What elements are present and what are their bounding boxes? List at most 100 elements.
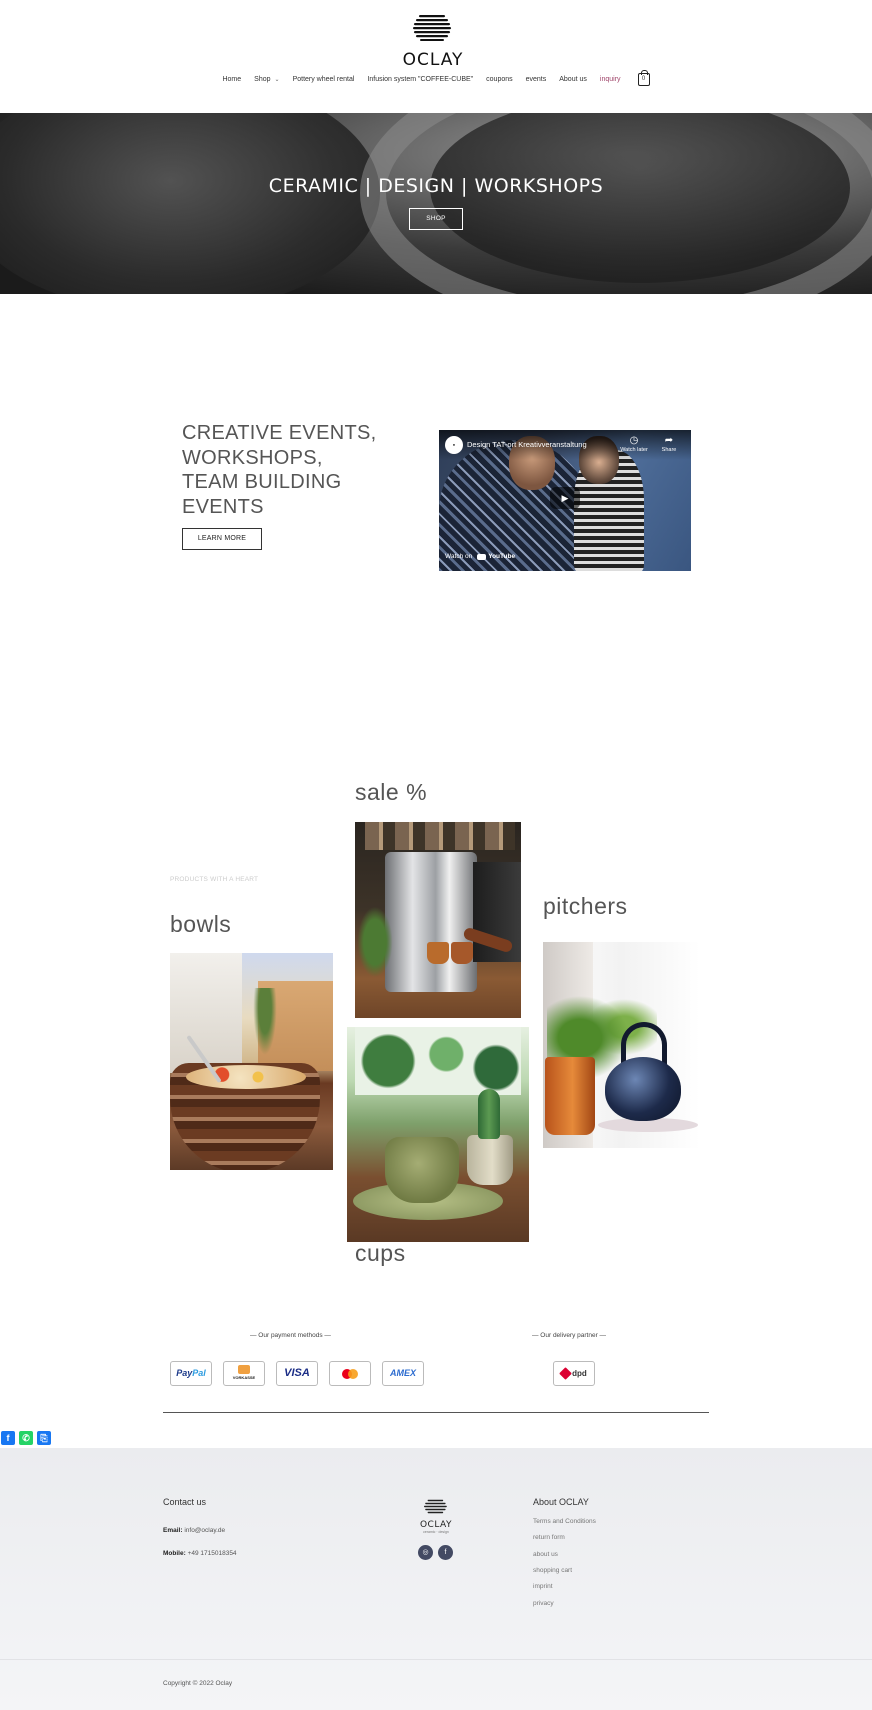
events-heading-line: EVENTS [182, 495, 264, 518]
main-nav: Home Shop ⌄ Pottery wheel rental Infusion… [0, 70, 872, 86]
footer-email: Email: info@oclay.de [163, 1527, 225, 1534]
nav-infusion-system[interactable]: Infusion system "COFFEE-CUBE" [367, 76, 473, 83]
events-heading-line: TEAM BUILDING [182, 471, 342, 493]
watch-later-button[interactable]: ◷ Watch later [616, 435, 652, 453]
clock-icon: ◷ [629, 435, 639, 446]
events-heading-line: CREATIVE EVENTS, [182, 422, 377, 444]
mastercard-circles [330, 1362, 370, 1385]
sale-image-jars [365, 822, 515, 850]
facebook-icon[interactable]: f [438, 1545, 453, 1560]
email-label: Email: [163, 1527, 183, 1534]
pitchers-image-teapot [605, 1057, 681, 1121]
cups-image[interactable] [347, 1027, 529, 1242]
nav-coupons[interactable]: coupons [486, 76, 512, 83]
footer-logo-text: OCLAY [419, 1520, 453, 1530]
bowls-image-food [186, 1065, 306, 1089]
dpd-label: dpd [572, 1369, 587, 1378]
play-icon[interactable]: ▶ [550, 487, 580, 509]
paypal-label-b: Pal [192, 1368, 206, 1378]
site-logo[interactable]: OCLAY [400, 14, 466, 70]
category-title-bowls[interactable]: bowls [170, 911, 231, 938]
cups-image-cactus-pot [467, 1135, 513, 1185]
nav-about-us[interactable]: About us [559, 76, 587, 83]
nav-shop[interactable]: Shop ⌄ [254, 76, 279, 83]
footer-divider [0, 1659, 872, 1660]
youtube-label: YouTube [488, 553, 516, 560]
dpd-icon: dpd [553, 1361, 595, 1386]
amex-icon: AMEX [382, 1361, 424, 1386]
footer-link-privacy[interactable]: privacy [533, 1600, 554, 1607]
category-title-sale[interactable]: sale % [355, 779, 427, 806]
footer-link-shopping-cart[interactable]: shopping cart [533, 1567, 572, 1574]
watch-on-youtube-link[interactable]: Watch on YouTube [445, 553, 515, 560]
divider [163, 1412, 709, 1413]
bowls-image-building [170, 953, 242, 1073]
cups-image-fabric [355, 1027, 521, 1095]
dpd-logo: dpd [554, 1362, 594, 1385]
vorkasse-label: VORKASSE [232, 1375, 256, 1380]
whatsapp-share-icon[interactable]: ✆ [19, 1431, 33, 1445]
mastercard-icon [329, 1361, 371, 1386]
hero-hands-image [0, 113, 380, 294]
logo-mark-icon [413, 15, 451, 41]
share-button[interactable]: ➦ Share [651, 435, 687, 453]
sale-image-cup [427, 942, 449, 964]
email-link[interactable]: info@oclay.de [184, 1527, 225, 1534]
footer-logo[interactable]: OCLAY ceramic · design [416, 1499, 456, 1534]
watch-on-label: Watch on [445, 553, 473, 560]
payment-methods-heading: — Our payment methods — [250, 1332, 331, 1339]
delivery-partner-heading: — Our delivery partner — [532, 1332, 607, 1339]
site-footer [0, 1448, 872, 1710]
share-label: Share [661, 447, 677, 453]
chevron-down-icon: ⌄ [274, 77, 280, 83]
nav-events[interactable]: events [526, 76, 547, 83]
nav-inquiry[interactable]: inquiry [600, 76, 621, 83]
channel-avatar-icon[interactable]: ● [445, 436, 463, 454]
site-header: OCLAY Home Shop ⌄ Pottery wheel rental In… [0, 0, 872, 113]
watch-later-label: Watch later [620, 447, 648, 453]
sale-image-plant [355, 902, 395, 982]
mobile-link[interactable]: +49 1715018354 [188, 1550, 237, 1557]
learn-more-button[interactable]: LEARN MORE [182, 528, 262, 550]
youtube-logo-icon: YouTube [477, 553, 515, 560]
footer-link-terms[interactable]: Terms and Conditions [533, 1518, 596, 1525]
hero-title: CERAMIC | DESIGN | WORKSHOPS [268, 175, 604, 197]
mobile-label: Mobile: [163, 1550, 186, 1557]
video-title[interactable]: Design TAT-ort Kreativveranstaltung [467, 440, 587, 449]
sale-image-cup [451, 942, 473, 964]
cart-count: 0 [641, 76, 646, 82]
nav-shop-label: Shop [254, 76, 271, 83]
logo-text: OCLAY [402, 50, 464, 70]
category-title-cups[interactable]: cups [355, 1240, 406, 1267]
vorkasse-hand-icon [238, 1365, 250, 1374]
footer-link-imprint[interactable]: imprint [533, 1583, 553, 1590]
bowls-image[interactable] [170, 953, 333, 1170]
cart-icon[interactable]: 0 [637, 70, 650, 86]
mastercard-orange-circle [348, 1368, 358, 1379]
copyright: Copyright © 2022 Oclay [163, 1680, 233, 1687]
youtube-video-embed[interactable]: ● Design TAT-ort Kreativveranstaltung ◷ … [439, 430, 691, 571]
sale-image[interactable] [355, 822, 521, 1018]
nav-home[interactable]: Home [222, 76, 241, 83]
footer-link-return-form[interactable]: return form [533, 1534, 565, 1541]
sale-image-espresso-machine [385, 852, 477, 992]
facebook-share-icon[interactable]: f [1, 1431, 15, 1445]
footer-link-about-us[interactable]: about us [533, 1551, 558, 1558]
instagram-icon[interactable]: ◎ [418, 1545, 433, 1560]
footer-contact-title: Contact us [163, 1497, 207, 1507]
vorkasse-icon: VORKASSE [223, 1361, 265, 1386]
cups-image-cactus [478, 1089, 500, 1139]
events-heading: CREATIVE EVENTS, WORKSHOPS, TEAM BUILDIN… [182, 421, 412, 519]
visa-icon: VISA [276, 1361, 318, 1386]
category-title-pitchers[interactable]: pitchers [543, 893, 628, 920]
dpd-cube-icon [559, 1367, 573, 1380]
copy-link-icon[interactable]: ⎘ [37, 1431, 51, 1445]
footer-mobile: Mobile: +49 1715018354 [163, 1550, 237, 1557]
footer-logo-mark-icon [424, 1499, 447, 1514]
pitchers-image[interactable] [543, 942, 700, 1148]
share-arrow-icon: ➦ [664, 435, 674, 446]
hero-shop-button[interactable]: SHOP [409, 208, 463, 230]
nav-pottery-wheel-rental[interactable]: Pottery wheel rental [293, 76, 355, 83]
footer-logo-subtitle: ceramic · design [423, 1530, 449, 1534]
footer-about-title: About OCLAY [533, 1497, 589, 1507]
